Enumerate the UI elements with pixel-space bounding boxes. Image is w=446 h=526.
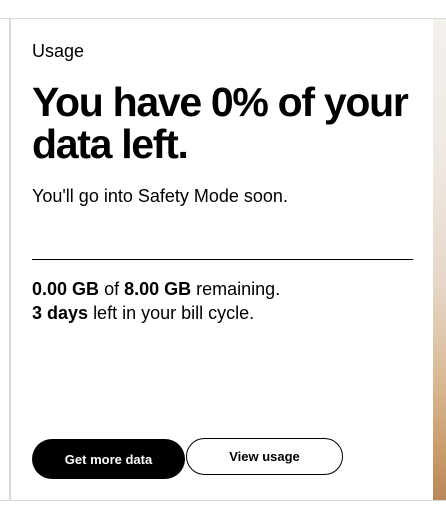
- used-amount: 0.00 GB: [32, 279, 100, 299]
- page: Usage You have 0% of your data left. You…: [0, 0, 446, 526]
- view-usage-button[interactable]: View usage: [186, 438, 343, 475]
- of-text: of: [104, 279, 120, 299]
- data-remaining-line: 0.00 GB of 8.00 GB remaining.: [32, 277, 280, 301]
- safety-mode-notice: You'll go into Safety Mode soon.: [32, 186, 288, 206]
- remaining-text: remaining.: [196, 279, 281, 299]
- bill-cycle-text: left in your bill cycle.: [93, 303, 255, 323]
- side-promo-image: [433, 19, 446, 500]
- card-label: Usage: [32, 41, 85, 61]
- days-left: 3 days: [32, 303, 89, 323]
- bottom-divider: [0, 500, 446, 501]
- section-divider: [32, 259, 413, 260]
- total-amount: 8.00 GB: [124, 279, 192, 299]
- usage-stats: 0.00 GB of 8.00 GB remaining. 3 days lef…: [32, 277, 280, 325]
- get-more-data-button[interactable]: Get more data: [32, 439, 185, 479]
- data-left-headline: You have 0% of your data left.: [32, 79, 409, 167]
- bill-cycle-line: 3 days left in your bill cycle.: [32, 301, 280, 325]
- usage-card: Usage You have 0% of your data left. You…: [11, 19, 433, 500]
